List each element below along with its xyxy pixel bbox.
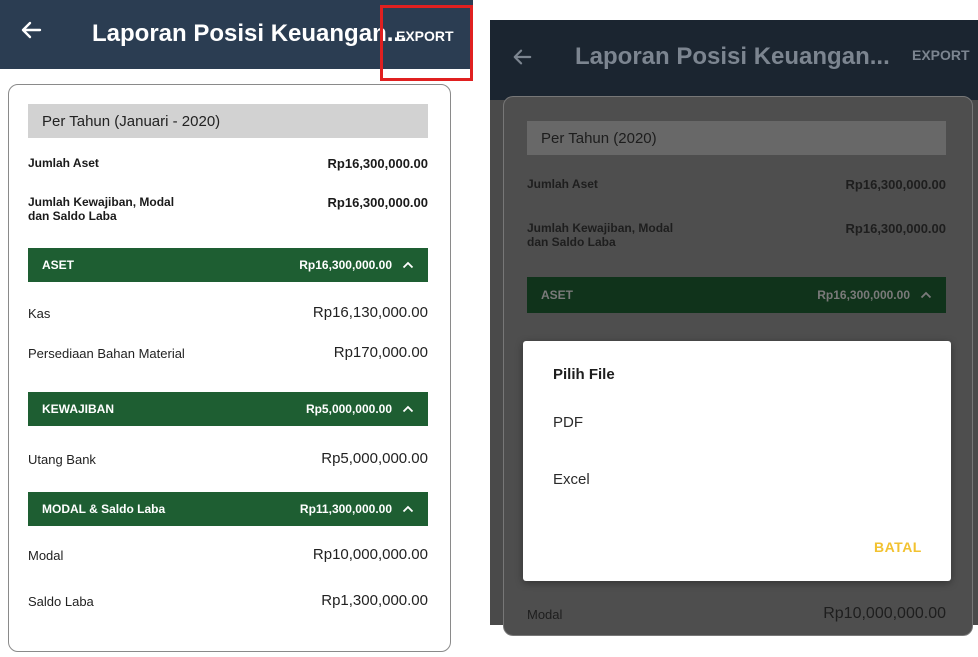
row-value: Rp170,000.00 [333, 344, 428, 361]
section-header-aset-dimmed: ASET Rp16,300,000.00 [527, 277, 946, 313]
export-highlight-box [380, 5, 473, 81]
chevron-up-icon [920, 291, 932, 299]
section-total: Rp16,300,000.00 [817, 288, 910, 302]
option-pdf[interactable]: PDF [553, 414, 583, 431]
section-title: ASET [42, 258, 75, 272]
row-value: Rp1,300,000.00 [321, 592, 428, 609]
row-label-dimmed: Modal [527, 607, 563, 622]
chevron-up-icon [402, 261, 414, 269]
chevron-up-icon [402, 505, 414, 513]
section-total: Rp5,000,000.00 [305, 402, 392, 416]
summary-label-total-assets: Jumlah Aset [28, 156, 99, 170]
section-total: Rp11,300,000.00 [299, 502, 392, 516]
export-button-dimmed: EXPORT [912, 47, 970, 63]
page-title-dimmed: Laporan Posisi Keuangan... [575, 43, 890, 70]
summary-value-total-assets: Rp16,300,000.00 [845, 177, 946, 192]
row-label: Persediaan Bahan Material [28, 346, 185, 361]
section-header-aset[interactable]: ASET Rp16,300,000.00 [28, 248, 428, 282]
section-header-kewajiban[interactable]: KEWAJIBAN Rp5,000,000.00 [28, 392, 428, 426]
section-title: MODAL & Saldo Laba [42, 502, 166, 516]
section-header-modal[interactable]: MODAL & Saldo Laba Rp11,300,000.00 [28, 492, 428, 526]
chevron-up-icon [402, 405, 414, 413]
row-label: Modal [28, 548, 64, 563]
row-value: Rp5,000,000.00 [321, 450, 428, 467]
summary-value-total-assets: Rp16,300,000.00 [327, 156, 428, 171]
cancel-button[interactable]: BATAL [874, 539, 922, 555]
summary-label-total-liabilities: Jumlah Kewajiban, Modal dan Saldo Laba [28, 195, 175, 223]
section-title: KEWAJIBAN [42, 402, 115, 416]
back-arrow-icon[interactable] [20, 18, 42, 46]
summary-value-total-liabilities: Rp16,300,000.00 [845, 221, 946, 236]
row-value: Rp16,130,000.00 [312, 304, 428, 321]
summary-label-total-liabilities: Jumlah Kewajiban, Modal dan Saldo Laba [527, 221, 674, 249]
section-total: Rp16,300,000.00 [299, 258, 392, 272]
row-value-dimmed: Rp10,000,000.00 [823, 605, 946, 622]
section-title: ASET [541, 288, 574, 302]
row-label: Kas [28, 306, 51, 321]
option-excel[interactable]: Excel [553, 471, 590, 488]
back-arrow-icon [512, 44, 532, 72]
period-bar[interactable]: Per Tahun (Januari - 2020) [28, 104, 428, 138]
row-value: Rp10,000,000.00 [312, 546, 428, 563]
row-label: Utang Bank [28, 452, 96, 467]
row-label: Saldo Laba [28, 594, 94, 609]
page-title: Laporan Posisi Keuangan... [92, 20, 407, 47]
dialog-title: Pilih File [553, 366, 615, 383]
summary-label-total-assets: Jumlah Aset [527, 177, 598, 191]
summary-value-total-liabilities: Rp16,300,000.00 [327, 195, 428, 210]
period-bar-dimmed: Per Tahun (2020) [527, 121, 946, 155]
